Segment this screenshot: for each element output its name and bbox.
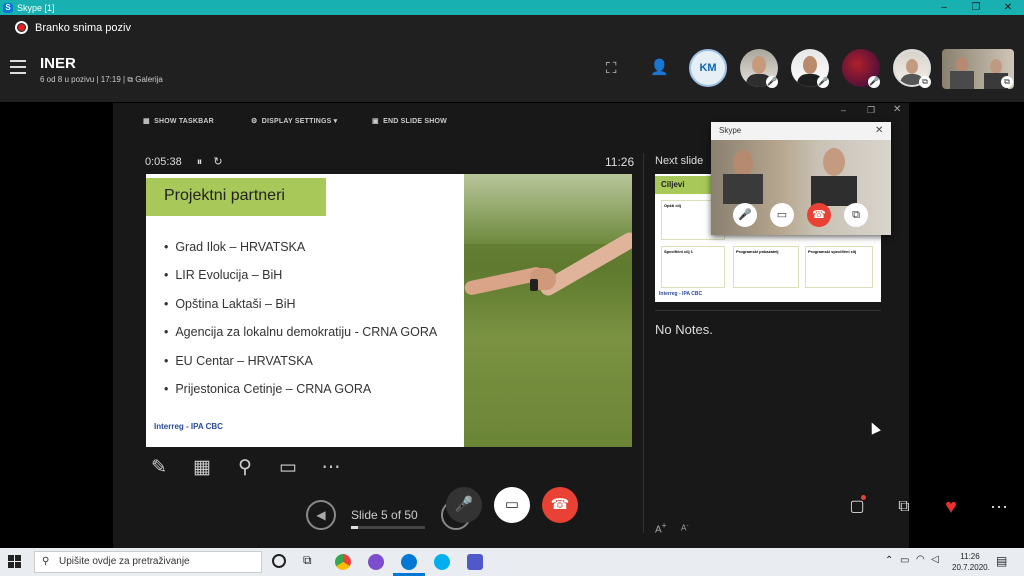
skype-mini-window[interactable]: Skype ✕ 🎤 ▭ ☎ ⧉ [711, 122, 891, 235]
skype-taskbar-icon[interactable] [401, 554, 417, 570]
decrease-font-icon[interactable]: A- [681, 522, 689, 533]
recording-icon [15, 21, 28, 34]
viber-icon[interactable] [368, 554, 384, 570]
layout-icon[interactable]: ⛶ [606, 60, 617, 77]
thumb-cell: Programski specifični cilj [805, 246, 873, 288]
volume-icon[interactable]: ◁ [931, 554, 939, 565]
show-taskbar-button[interactable]: ▦ SHOW TASKBAR [143, 117, 214, 125]
slide-bullet: • Opština Laktaši – BiH [164, 297, 296, 311]
recording-text: Branko snima poziv [35, 21, 131, 34]
handshake-photo [464, 174, 632, 447]
slide-bullet: • Grad Ilok – HRVATSKA [164, 240, 306, 254]
share-screen-icon[interactable]: ⧉ [893, 496, 915, 518]
muted-icon: 🎤 [817, 76, 829, 88]
call-subtitle: 6 od 8 u pozivu | 17:19 | ⧉ Galerija [40, 75, 163, 84]
teams-icon[interactable] [467, 554, 483, 570]
close-window-button[interactable]: ✕ [992, 0, 1024, 15]
slide-counter: Slide 5 of 50 [351, 508, 418, 522]
hamburger-menu-icon[interactable] [10, 60, 26, 74]
skype-logo-icon: S [3, 2, 13, 13]
muted-icon: 🎤 [766, 76, 778, 88]
screen-share-icon: ⧉ [919, 76, 931, 88]
end-slide-show-button[interactable]: ▣ END SLIDE SHOW [372, 117, 447, 125]
minimize-button[interactable]: – [928, 0, 960, 15]
tray-chevron-icon[interactable]: ⌃ [885, 555, 893, 566]
mini-window-title: Skype [711, 122, 891, 140]
interreg-logo: Interreg - IPA CBC [154, 422, 223, 431]
react-heart-icon[interactable]: ♥ [940, 496, 962, 518]
mute-mic-button[interactable]: 🎤 [446, 487, 482, 523]
video-camera-button[interactable]: ▭ [494, 487, 530, 523]
thumb-cell: Specifični cilj 1 [661, 246, 725, 288]
screen-share-icon: ⧉ [1001, 76, 1013, 88]
windows-taskbar: ⚲ Upišite ovdje za pretraživanje ⧉ ⌃ ▭ ◠… [0, 548, 1024, 576]
previous-slide-button[interactable]: ◀ [306, 500, 336, 530]
more-options-icon[interactable]: ⋯ [318, 455, 344, 481]
slide-title-bar: Projektni partneri [146, 178, 326, 216]
chat-notification-dot [861, 495, 866, 500]
increase-font-icon[interactable]: A+ [655, 520, 667, 535]
slide-progress-bar [351, 526, 425, 529]
mini-end-call-button[interactable]: ☎ [807, 203, 831, 227]
mini-restore-button[interactable]: ⧉ [844, 203, 868, 227]
wifi-icon[interactable]: ◠ [916, 554, 925, 565]
elapsed-timer: 0:05:38 ⏸ ↻ [145, 156, 223, 168]
restart-timer-icon[interactable]: ↻ [213, 156, 222, 168]
presenter-restore-button[interactable]: ❐ [867, 105, 875, 116]
recording-banner: Branko snima poziv [0, 15, 1024, 40]
battery-icon[interactable]: ▭ [900, 555, 909, 566]
presenter-minimize-button[interactable]: – [841, 105, 846, 115]
thumb-title: Ciljevi [655, 176, 711, 194]
add-participant-icon[interactable]: 👤 [650, 58, 669, 76]
thumb-footer: Interreg - IPA CBC [659, 291, 703, 297]
maximize-button[interactable]: ❐ [960, 0, 992, 15]
call-title: INER [40, 55, 76, 72]
more-options-icon[interactable]: ⋯ [988, 496, 1010, 518]
participant-avatar-km[interactable]: KM [689, 49, 727, 87]
taskbar-search-input[interactable]: ⚲ Upišite ovdje za pretraživanje [34, 551, 262, 573]
search-icon: ⚲ [42, 556, 50, 567]
window-title: Skype [1] [17, 2, 55, 13]
see-all-slides-icon[interactable]: ▦ [189, 455, 215, 481]
end-call-button[interactable]: ☎ [542, 487, 578, 523]
slide-bullet: • Prijestonica Cetinje – CRNA GORA [164, 382, 372, 396]
slide-title: Projektni partneri [164, 187, 285, 204]
pause-icon[interactable]: ⏸ [197, 156, 203, 168]
pane-divider [643, 153, 644, 533]
muted-icon: 🎤 [868, 76, 880, 88]
current-slide: Projektni partneri • Grad Ilok – HRVATSK… [146, 174, 632, 447]
next-slide-label: Next slide [655, 155, 704, 167]
zoom-icon[interactable]: ⚲ [232, 455, 258, 481]
windows-start-icon[interactable] [8, 555, 22, 569]
thumb-cell: Programski pokazatelj [733, 246, 799, 288]
slide-bullet: • EU Centar – HRVATSKA [164, 354, 313, 368]
display-settings-button[interactable]: ⚙ DISPLAY SETTINGS ▾ [251, 117, 337, 125]
slide-bullet: • LIR Evolucija – BiH [164, 268, 283, 282]
speaker-notes: No Notes. [655, 322, 713, 337]
current-time: 11:26 [605, 155, 635, 169]
mini-close-icon[interactable]: ✕ [875, 125, 883, 136]
cortana-icon[interactable] [272, 554, 286, 568]
skype-for-business-icon[interactable] [434, 554, 450, 570]
pen-tool-icon[interactable]: ✎ [146, 455, 172, 481]
notifications-icon[interactable]: ▤ [996, 554, 1007, 568]
chrome-icon[interactable] [335, 554, 351, 570]
tray-clock[interactable]: 11:26 20.7.2020. [952, 551, 990, 573]
camera-toggle-icon[interactable]: ▭ [275, 455, 301, 481]
slide-bullet: • Agencija za lokalnu demokratiju - CRNA… [164, 325, 438, 339]
presenter-close-button[interactable]: ✕ [893, 104, 901, 115]
window-titlebar: S Skype [1] – ❐ ✕ [0, 0, 1024, 15]
mini-video-button[interactable]: ▭ [770, 203, 794, 227]
mini-mic-button[interactable]: 🎤 [733, 203, 757, 227]
task-view-icon[interactable]: ⧉ [303, 553, 312, 568]
notes-divider [655, 310, 881, 311]
